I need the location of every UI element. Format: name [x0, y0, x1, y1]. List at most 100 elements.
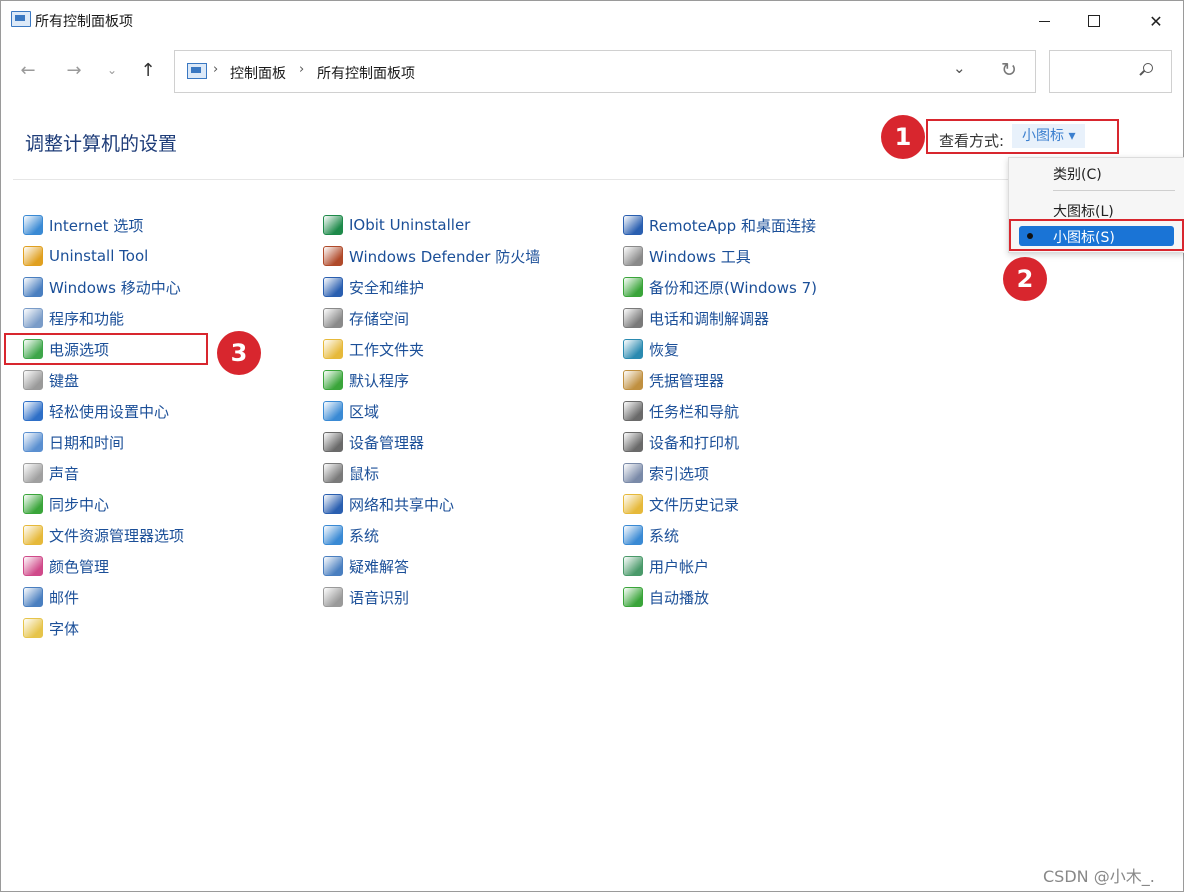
region-icon: [323, 401, 343, 421]
item-label: 恢复: [649, 340, 680, 359]
control-panel-item[interactable]: 声音: [23, 461, 79, 485]
control-panel-item[interactable]: 文件资源管理器选项: [23, 523, 184, 547]
control-panel-item[interactable]: 设备和打印机: [623, 430, 739, 454]
control-panel-item[interactable]: 用户帐户: [623, 554, 709, 578]
autoplay-icon: [623, 587, 643, 607]
forward-button[interactable]: →: [63, 59, 85, 81]
control-panel-item[interactable]: 自动播放: [623, 585, 709, 609]
programs-icon: [23, 308, 43, 328]
mobility-icon: [23, 277, 43, 297]
clock-icon: [23, 432, 43, 452]
item-label: 文件历史记录: [649, 495, 740, 514]
control-panel-item[interactable]: 凭据管理器: [623, 368, 724, 392]
back-arrow-icon: ←: [20, 59, 36, 81]
storage-icon: [323, 308, 343, 328]
control-panel-item[interactable]: 恢复: [623, 337, 679, 361]
item-label: Internet 选项: [49, 216, 144, 235]
control-panel-item[interactable]: 工作文件夹: [323, 337, 424, 361]
close-button[interactable]: ✕: [1133, 1, 1179, 41]
forward-arrow-icon: →: [66, 59, 82, 81]
control-panel-item[interactable]: 邮件: [23, 585, 79, 609]
item-label: 索引选项: [649, 464, 710, 483]
breadcrumb-control-panel[interactable]: 控制面板: [230, 63, 286, 83]
control-panel-item[interactable]: 电源选项: [23, 337, 109, 361]
control-panel-item[interactable]: 索引选项: [623, 461, 709, 485]
control-panel-item[interactable]: 系统: [623, 523, 679, 547]
refresh-icon[interactable]: ↻: [1001, 59, 1017, 81]
control-panel-item[interactable]: 默认程序: [323, 368, 409, 392]
user-accounts-icon: [623, 556, 643, 576]
folder-options-icon: [23, 525, 43, 545]
mouse-icon: [323, 463, 343, 483]
menu-item-category[interactable]: 类别(C): [1053, 164, 1102, 184]
troubleshoot-icon: [323, 556, 343, 576]
window-title: 所有控制面板项: [35, 14, 133, 30]
item-label: 任务栏和导航: [649, 402, 740, 421]
back-button[interactable]: ←: [17, 59, 39, 81]
item-label: 文件资源管理器选项: [49, 526, 185, 545]
control-panel-item[interactable]: 字体: [23, 616, 79, 640]
control-panel-item[interactable]: 颜色管理: [23, 554, 109, 578]
item-label: 用户帐户: [649, 557, 710, 576]
close-icon: ✕: [1149, 11, 1163, 31]
control-panel-item[interactable]: 任务栏和导航: [623, 399, 739, 423]
item-label: 日期和时间: [49, 433, 125, 452]
control-panel-item[interactable]: 程序和功能: [23, 306, 124, 330]
control-panel-item[interactable]: Windows 移动中心: [23, 275, 181, 299]
control-panel-item[interactable]: 语音识别: [323, 585, 409, 609]
power-icon: [23, 339, 43, 359]
control-panel-item[interactable]: 键盘: [23, 368, 79, 392]
control-panel-item[interactable]: Windows 工具: [623, 244, 751, 268]
control-panel-item[interactable]: 日期和时间: [23, 430, 124, 454]
control-panel-item[interactable]: 系统: [323, 523, 379, 547]
control-panel-item[interactable]: 安全和维护: [323, 275, 424, 299]
indexing-icon: [623, 463, 643, 483]
item-label: 电话和调制解调器: [649, 309, 770, 328]
ease-of-access-icon: [23, 401, 43, 421]
control-panel-item[interactable]: IObit Uninstaller: [323, 213, 470, 237]
work-folders-icon: [323, 339, 343, 359]
sync-icon: [23, 494, 43, 514]
iobit-icon: [323, 215, 343, 235]
item-label: 设备管理器: [349, 433, 425, 452]
recent-locations-button[interactable]: ⌄: [101, 59, 123, 81]
menu-item-large-icons[interactable]: 大图标(L): [1053, 201, 1114, 221]
speaker-icon: [23, 463, 43, 483]
up-button[interactable]: ↑: [137, 59, 159, 81]
control-panel-item[interactable]: 网络和共享中心: [323, 492, 454, 516]
item-label: 安全和维护: [349, 278, 425, 297]
divider: [13, 179, 1023, 180]
item-label: 设备和打印机: [649, 433, 740, 452]
control-panel-item[interactable]: Internet 选项: [23, 213, 143, 237]
control-panel-item[interactable]: 轻松使用设置中心: [23, 399, 169, 423]
remoteapp-icon: [623, 215, 643, 235]
control-panel-item[interactable]: Windows Defender 防火墙: [323, 244, 540, 268]
control-panel-item[interactable]: 疑难解答: [323, 554, 409, 578]
control-panel-item[interactable]: 存储空间: [323, 306, 409, 330]
minimize-button[interactable]: [1021, 1, 1067, 41]
control-panel-item[interactable]: RemoteApp 和桌面连接: [623, 213, 816, 237]
item-label: 键盘: [49, 371, 80, 390]
search-input[interactable]: [1049, 50, 1172, 93]
printer-icon: [623, 432, 643, 452]
recovery-icon: [623, 339, 643, 359]
control-panel-item[interactable]: 备份和还原(Windows 7): [623, 275, 817, 299]
view-by-dropdown[interactable]: 小图标 ▾: [1012, 124, 1086, 148]
control-panel-item[interactable]: 鼠标: [323, 461, 379, 485]
menu-separator: [1053, 190, 1175, 191]
item-label: 自动播放: [649, 588, 710, 607]
item-label: 系统: [649, 526, 680, 545]
item-label: 疑难解答: [349, 557, 410, 576]
maximize-button[interactable]: [1071, 1, 1117, 41]
item-label: 鼠标: [349, 464, 380, 483]
address-dropdown-icon[interactable]: ⌄: [953, 59, 966, 77]
control-panel-item[interactable]: 区域: [323, 399, 379, 423]
control-panel-item[interactable]: 同步中心: [23, 492, 109, 516]
item-label: Windows 工具: [649, 247, 751, 266]
control-panel-item[interactable]: Uninstall Tool: [23, 244, 148, 268]
breadcrumb-all-items[interactable]: 所有控制面板项: [317, 63, 415, 83]
control-panel-item[interactable]: 文件历史记录: [623, 492, 739, 516]
address-bar[interactable]: › 控制面板 › 所有控制面板项 ⌄ ↻: [174, 50, 1036, 93]
control-panel-item[interactable]: 电话和调制解调器: [623, 306, 769, 330]
control-panel-item[interactable]: 设备管理器: [323, 430, 424, 454]
